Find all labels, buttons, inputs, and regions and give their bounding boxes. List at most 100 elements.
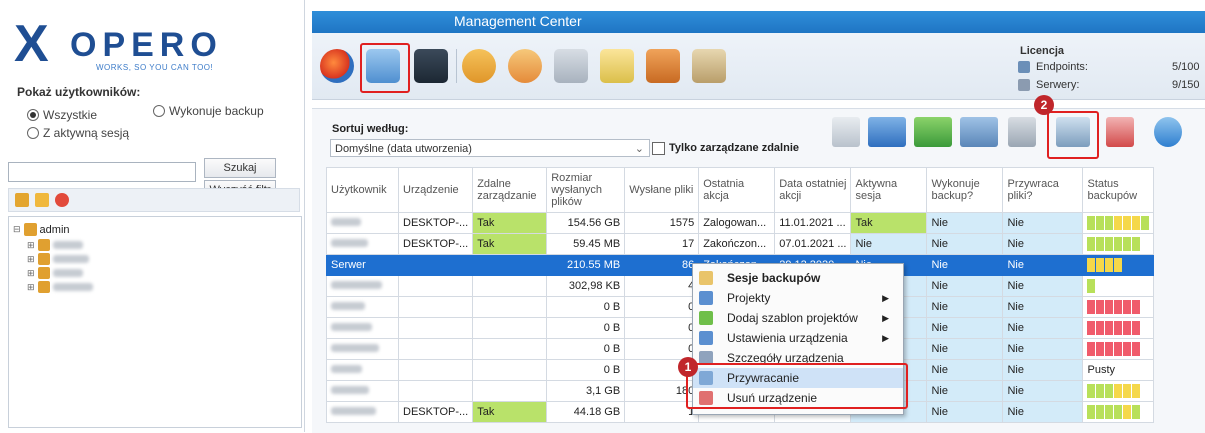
collapse-icon[interactable]: ⊟ <box>13 224 21 235</box>
col-header[interactable]: Rozmiar wysłanych plików <box>546 167 626 213</box>
group-icon <box>37 281 50 293</box>
tree-item[interactable]: ⊞ <box>27 267 83 279</box>
col-header[interactable]: Status backupów <box>1082 167 1155 213</box>
status-block <box>1114 216 1123 230</box>
status-block <box>1114 258 1123 272</box>
list-view-icon[interactable] <box>868 117 906 147</box>
group-icon <box>37 253 50 265</box>
cell-size: 154.56 GB <box>546 212 626 234</box>
expand-icon[interactable]: ⊞ <box>27 240 35 251</box>
cell-status <box>1082 317 1155 339</box>
cell-device <box>397 338 474 360</box>
menu-item-device-settings[interactable]: Ustawienia urządzenia ▶ <box>693 328 903 348</box>
search-button[interactable]: Szukaj <box>204 158 276 178</box>
settings-list-icon[interactable] <box>960 117 998 147</box>
col-header[interactable]: Urządzenie <box>397 167 474 213</box>
status-block <box>1096 405 1105 419</box>
left-sidebar: X OPERO WORKS, SO YOU CAN TOO! Pokaż uży… <box>0 0 305 432</box>
status-block <box>1132 384 1141 398</box>
table-row[interactable]: DESKTOP-... Tak 59.45 MB 17 Zakończon... 07.0… <box>326 233 1155 255</box>
monitor-icon[interactable] <box>414 49 448 83</box>
cell-user <box>326 359 399 381</box>
refresh-icon[interactable] <box>1154 117 1182 147</box>
cell-files: 0 <box>624 296 700 318</box>
col-header[interactable]: Aktywna sesja <box>850 167 928 213</box>
status-block <box>1096 237 1105 251</box>
info-icon[interactable] <box>1008 117 1036 147</box>
menu-item-sessions[interactable]: Sesje backupów <box>693 268 903 288</box>
radio-backup[interactable]: Wykonuje backup <box>153 104 264 118</box>
col-header[interactable]: Zdalne zarządzanie <box>472 167 548 213</box>
expand-icon[interactable]: ⊞ <box>27 282 35 293</box>
cell-status <box>1082 212 1155 234</box>
dashboard-icon[interactable] <box>320 49 354 83</box>
status-block <box>1087 321 1096 335</box>
submenu-arrow-icon: ▶ <box>882 312 889 323</box>
menu-item-label: Ustawienia urządzenia <box>727 331 848 345</box>
servers-icon[interactable] <box>554 49 588 83</box>
cell-files: 1575 <box>624 212 700 234</box>
col-header[interactable]: Przywraca pliki? <box>1002 167 1084 213</box>
search-device-icon[interactable] <box>692 49 726 83</box>
expand-icon[interactable]: ⊞ <box>27 254 35 265</box>
status-block <box>1105 300 1114 314</box>
menu-item-projects[interactable]: Projekty ▶ <box>693 288 903 308</box>
status-block <box>1114 237 1123 251</box>
servers-icon <box>1018 79 1030 91</box>
col-header[interactable]: Wykonuje backup? <box>926 167 1004 213</box>
status-block <box>1087 300 1096 314</box>
cell-restore: Nie <box>1002 212 1084 234</box>
restore-menu-highlight <box>686 363 908 409</box>
status-block <box>1096 258 1105 272</box>
table-row[interactable]: DESKTOP-... Tak 154.56 GB 1575 Zalogowan... 1… <box>326 212 1155 234</box>
tree-item[interactable]: ⊞ <box>27 239 83 251</box>
endpoints-icon <box>1018 61 1030 73</box>
col-header[interactable]: Ostatnia akcja <box>698 167 776 213</box>
lock-device-icon[interactable] <box>832 117 860 147</box>
search-input[interactable] <box>8 162 196 182</box>
license-panel: Licencja Endpoints: 5/100 Serwery: 9/150 <box>1012 42 1202 96</box>
add-user-icon[interactable] <box>508 49 542 83</box>
user-tree: ⊟ admin ⊞ ⊞ ⊞ ⊞ <box>8 216 302 428</box>
license-title: Licencja <box>1020 45 1065 57</box>
radio-active-session[interactable]: Z aktywną sesją <box>27 126 129 140</box>
cell-user <box>326 401 399 423</box>
status-block <box>1105 384 1114 398</box>
cell-status <box>1082 401 1155 423</box>
menu-item-label: Dodaj szablon projektów <box>727 311 858 325</box>
cell-user <box>326 317 399 339</box>
col-header[interactable]: Data ostatniej akcji <box>774 167 852 213</box>
status-block <box>1114 342 1123 356</box>
cell-date: 11.01.2021 ... <box>774 212 852 234</box>
add-user-icon[interactable] <box>35 193 49 207</box>
tree-root[interactable]: ⊟ admin <box>13 223 70 236</box>
managed-only-checkbox[interactable] <box>652 142 665 155</box>
status-block <box>1132 405 1141 419</box>
status-block <box>1087 279 1096 293</box>
delete-icon[interactable] <box>55 193 69 207</box>
submenu-arrow-icon: ▶ <box>882 332 889 343</box>
expand-icon[interactable]: ⊞ <box>27 268 35 279</box>
menu-item-template[interactable]: Dodaj szablon projektów ▶ <box>693 308 903 328</box>
radio-all[interactable]: Wszystkie <box>27 108 97 122</box>
cell-backup: Nie <box>926 401 1004 423</box>
add-project-icon[interactable] <box>914 117 952 147</box>
status-block <box>1132 321 1141 335</box>
delete-device-icon[interactable] <box>1106 117 1134 147</box>
status-block <box>1096 321 1105 335</box>
status-block <box>1105 405 1114 419</box>
upload-icon[interactable] <box>646 49 680 83</box>
add-group-icon[interactable] <box>462 49 496 83</box>
edit-icon[interactable] <box>600 49 634 83</box>
col-header[interactable]: Użytkownik <box>326 167 399 213</box>
cell-remote <box>472 338 548 360</box>
radio-selected-icon <box>27 109 39 121</box>
status-block <box>1105 258 1114 272</box>
tree-item[interactable]: ⊞ <box>27 253 89 265</box>
sort-select[interactable]: Domyślne (data utworzenia) ⌄ <box>330 139 650 157</box>
col-header[interactable]: Wysłane pliki <box>624 167 700 213</box>
add-group-icon[interactable] <box>15 193 29 207</box>
cell-remote <box>472 380 548 402</box>
cell-status <box>1082 233 1155 255</box>
tree-item[interactable]: ⊞ <box>27 281 93 293</box>
